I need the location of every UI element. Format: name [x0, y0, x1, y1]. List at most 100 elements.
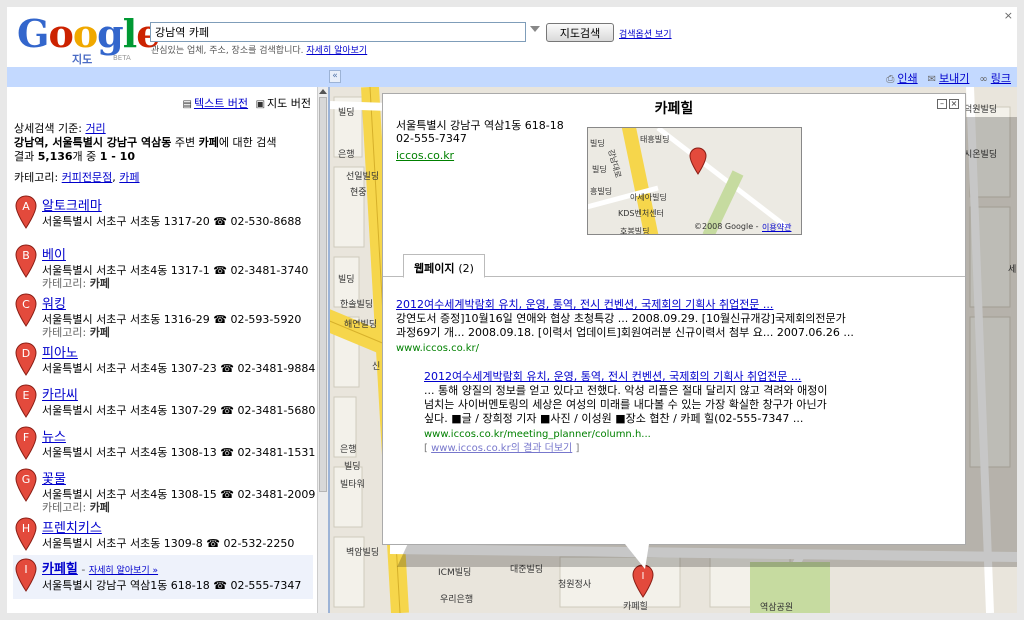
google-maps-logo[interactable]: Google 지도 BETA — [17, 14, 160, 70]
list-item[interactable]: B 베이 서울특별시 서초구 서초4동 1317-1 ☎ 02-3481-374… — [13, 244, 313, 293]
list-item[interactable]: F 뉴스 서울특별시 서초구 서초4동 1308-13 ☎ 02-3481-15… — [13, 426, 316, 468]
minimize-icon[interactable]: – — [937, 99, 947, 109]
svg-text:F: F — [23, 431, 29, 444]
marker-b-icon[interactable]: B — [15, 244, 37, 278]
marker-e-icon[interactable]: E — [15, 384, 37, 418]
category-cafe-link[interactable]: 카페 — [119, 171, 139, 184]
count-range: 1 - 10 — [99, 150, 135, 163]
sort-basis-label: 상세검색 기준: — [14, 122, 82, 135]
results-scrollbar[interactable] — [317, 87, 328, 613]
list-item[interactable]: G 꽃물 서울특별시 서초구 서초4동 1308-15 ☎ 02-3481-20… — [13, 468, 315, 517]
search-options-link[interactable]: 검색옵션 보기 — [619, 27, 672, 40]
send-link[interactable]: 보내기 — [939, 72, 969, 85]
result-name-link[interactable]: 뉴스 — [42, 426, 66, 445]
result-address: 서울특별시 서초구 서초4동 1308-13 ☎ 02-3481-1531 — [42, 446, 316, 459]
info-website-link[interactable]: iccos.co.kr — [396, 149, 454, 162]
info-phone: 02-555-7347 — [396, 132, 467, 145]
result-name-link[interactable]: 꽃물 — [42, 468, 66, 487]
app-frame: Google 지도 BETA × 지도검색 검색옵션 보기 관심있는 업체, 주… — [7, 7, 1017, 613]
scroll-up-icon[interactable] — [319, 89, 327, 94]
marker-a-icon[interactable]: A — [15, 195, 37, 229]
send-action[interactable]: ✉ 보내기 — [928, 70, 970, 86]
learn-more-link[interactable]: 자세히 알아보기 — [306, 46, 367, 56]
minimap-label: 태흥빌딩 — [640, 135, 670, 144]
list-item[interactable]: A 알토크레마 서울특별시 서초구 서초동 1317-20 ☎ 02-530-8… — [13, 195, 313, 244]
svg-text:G: G — [22, 473, 31, 486]
map-search-button[interactable]: 지도검색 — [546, 23, 614, 42]
sort-distance-link[interactable]: 거리 — [85, 122, 105, 135]
marker-c-icon[interactable]: C — [15, 293, 37, 327]
info-title: 카페힐 — [654, 101, 694, 117]
web-result-title-link[interactable]: 2012여수세계박람회 유치, 운영, 통역, 전시 컨벤션, 국제회의 기획사… — [396, 298, 773, 311]
map-label: 빌타워 — [340, 480, 365, 490]
marker-g-icon[interactable]: G — [15, 468, 37, 502]
print-link[interactable]: 인쇄 — [897, 72, 917, 85]
map-version-label: 지도 버전 — [267, 97, 311, 110]
map-label: 빌딩 — [338, 108, 355, 118]
results-panel: ▤ 텍스트 버전 ▣ 지도 버전 상세검색 기준: 거리 강남역, 서울특별시 강남… — [7, 87, 317, 613]
version-switch: ▤ 텍스트 버전 ▣ 지도 버전 — [183, 95, 312, 111]
result-category: 카테고리: 카페 — [42, 275, 110, 291]
result-name-link[interactable]: 베이 — [42, 244, 66, 263]
info-window-controls: – × — [937, 99, 959, 109]
logo-sub: 지도 — [72, 53, 93, 66]
more-close: ] — [572, 443, 580, 454]
svg-text:E: E — [23, 389, 30, 402]
web-result-snippet: 넘치는 사이버멘토링의 세상은 여성의 미래를 내다볼 수 있는 가장 확실한 … — [424, 398, 827, 411]
result-category-label: 카테고리: — [42, 501, 87, 514]
map-label: 벽암빌딩 — [346, 548, 380, 558]
list-item[interactable]: D 피아노 서울특별시 서초구 서초4동 1307-23 ☎ 02-3481-9… — [13, 342, 315, 384]
print-action[interactable]: ⎙ 인쇄 — [886, 70, 917, 86]
search-hint: 관심있는 업체, 주소, 장소를 검색합니다. 자세히 알아보기 — [151, 43, 367, 56]
more-results-link[interactable]: www.iccos.co.kr의 결과 더보기 — [431, 443, 572, 454]
map-label: 우리은행 — [440, 595, 474, 605]
map-label: 해연빌딩 — [344, 320, 378, 330]
svg-text:B: B — [22, 249, 30, 262]
minimap-terms-link[interactable]: 이용약관 — [762, 222, 791, 233]
result-name-link[interactable]: 카페힐 — [42, 562, 78, 577]
category-separator: , — [112, 171, 116, 184]
marker-f-icon[interactable]: F — [15, 426, 37, 460]
search-input[interactable] — [150, 22, 526, 42]
category-coffee-link[interactable]: 커피전문점 — [62, 171, 113, 184]
result-more-link[interactable]: 자세히 알아보기 » — [89, 566, 158, 576]
text-version-link[interactable]: 텍스트 버전 — [194, 97, 248, 110]
list-item[interactable]: E 카라씨 서울특별시 서초구 서초4동 1307-29 ☎ 02-3481-5… — [13, 384, 315, 426]
list-item-selected[interactable]: I 카페힐 - 자세히 알아보기 » 서울특별시 강남구 역삼1동 618-18… — [13, 555, 313, 599]
result-name-link[interactable]: 워킹 — [42, 293, 66, 312]
marker-d-icon[interactable]: D — [15, 342, 37, 376]
result-name-link[interactable]: 피아노 — [42, 342, 78, 361]
result-address: 서울특별시 서초구 서초동 1309-8 ☎ 02-532-2250 — [42, 537, 295, 550]
map-label: 역삼공원 — [760, 603, 794, 613]
result-name-link[interactable]: 알토크레마 — [42, 195, 102, 214]
link-action[interactable]: ∞ 링크 — [979, 70, 1011, 86]
result-name-link[interactable]: 카라씨 — [42, 384, 78, 403]
map-version-icon: ▣ — [255, 99, 266, 110]
result-category-label: 카테고리: — [42, 277, 87, 290]
info-minimap[interactable]: 태흥빌딩 빌딩 빌딩 아세아빌딩 KDS벤처센터 흥빌딩 호봉빌딩 ©2008 … — [587, 127, 802, 235]
minimap-label: 흥빌딩 — [590, 187, 613, 196]
logo-beta: BETA — [113, 54, 131, 62]
svg-text:H: H — [22, 522, 30, 535]
marker-h-icon[interactable]: H — [15, 517, 37, 551]
result-address: 서울특별시 강남구 역삼1동 618-18 ☎ 02-555-7347 — [42, 579, 302, 592]
web-result-title-link[interactable]: 2012여수세계박람회 유치, 운영, 통역, 전시 컨벤션, 국제회의 기획사… — [424, 370, 801, 383]
close-icon[interactable]: × — [949, 99, 959, 109]
result-category-label: 카테고리: — [42, 326, 87, 339]
list-item[interactable]: H 프렌치키스 서울특별시 서초구 서초동 1309-8 ☎ 02-532-22… — [13, 517, 313, 555]
web-result-2: 2012여수세계박람회 유치, 운영, 통역, 전시 컨벤션, 국제회의 기획사… — [424, 370, 854, 456]
close-icon[interactable]: × — [1004, 9, 1013, 22]
collapse-panel-button[interactable]: « — [329, 70, 341, 83]
link-link[interactable]: 링크 — [991, 72, 1011, 85]
search-history-dropdown-icon[interactable] — [530, 26, 540, 32]
web-result-1: 2012여수세계박람회 유치, 운영, 통역, 전시 컨벤션, 국제회의 기획사… — [396, 298, 861, 356]
tab-webpages-label: 웹페이지 — [414, 262, 455, 275]
list-item[interactable]: C 워킹 서울특별시 서초구 서초동 1316-29 ☎ 02-593-5920… — [13, 293, 313, 342]
result-title: 카페힐 - 자세히 알아보기 » — [42, 558, 158, 577]
result-name-link[interactable]: 프렌치키스 — [42, 517, 102, 536]
scroll-thumb[interactable] — [319, 97, 327, 492]
marker-i-icon[interactable]: I — [15, 558, 37, 592]
results-summary: 강남역, 서울특별시 강남구 역삼동 주변 카페에 대한 검색 결과 5,136… — [14, 136, 314, 164]
summary-post: 에 대한 검색 — [218, 136, 277, 149]
tab-webpages[interactable]: 웹페이지 (2) — [403, 254, 485, 278]
